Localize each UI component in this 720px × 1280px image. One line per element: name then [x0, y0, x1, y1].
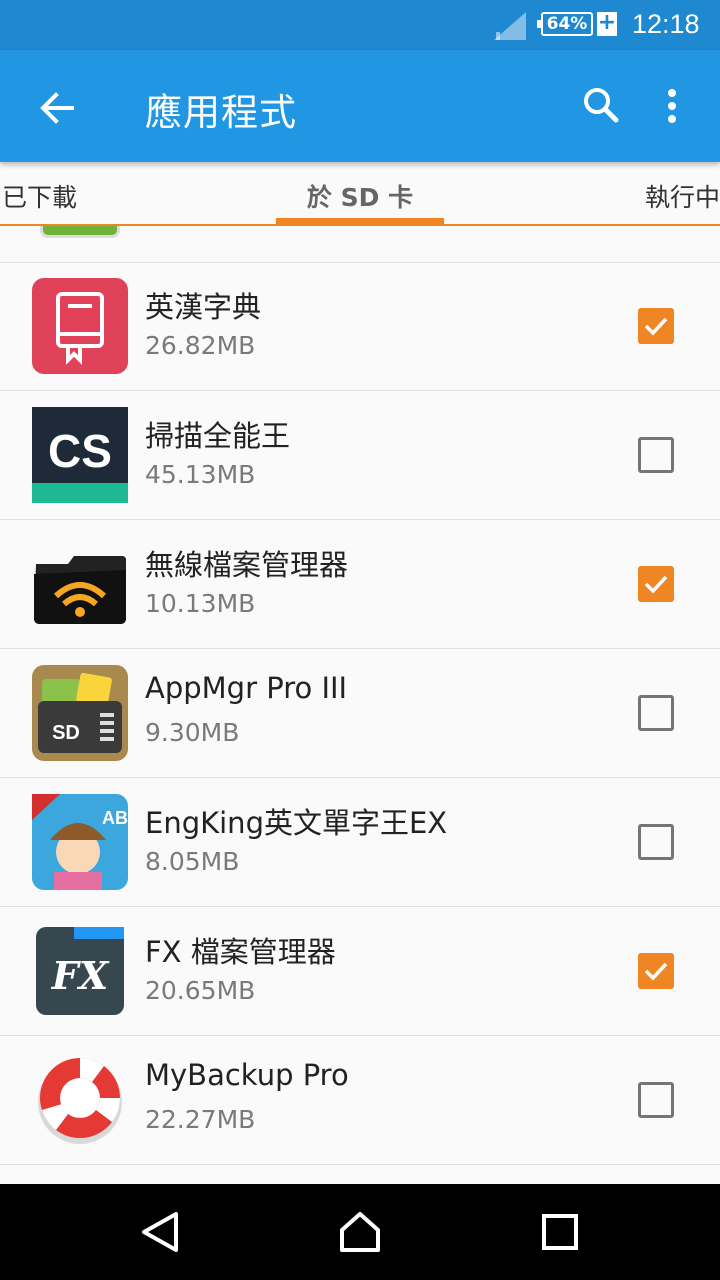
app-name: 英漢字典: [145, 290, 262, 324]
search-icon[interactable]: [576, 80, 628, 132]
app-name: MyBackup Pro: [145, 1058, 349, 1092]
tab-running[interactable]: 執行中: [645, 178, 720, 214]
checkbox[interactable]: [638, 695, 674, 731]
sd-folder-icon: SD: [32, 665, 128, 761]
checkbox[interactable]: [638, 824, 674, 860]
page-title: 應用程式: [145, 91, 297, 134]
battery-indicator: 64%: [537, 12, 593, 36]
more-vert-icon[interactable]: [650, 80, 694, 132]
engking-icon: ABC: [32, 794, 128, 890]
nav-back-icon[interactable]: [132, 1204, 188, 1260]
clock: 12:18: [632, 9, 700, 39]
checkbox[interactable]: [638, 437, 674, 473]
check-icon: [644, 962, 668, 981]
check-icon: [644, 575, 668, 594]
svg-text:FX: FX: [51, 953, 110, 998]
app-size: 9.30MB: [145, 718, 240, 747]
list-item[interactable]: MyBackup Pro 22.27MB: [0, 1036, 720, 1165]
app-bar: 應用程式: [0, 50, 720, 162]
app-list[interactable]: 英漢字典 26.82MB CS 掃描全能王 45.13MB 無線檔案管理器 10…: [0, 226, 720, 1184]
navigation-bar: [0, 1184, 720, 1280]
tab-sd-card[interactable]: 於 SD 卡: [276, 178, 444, 214]
tab-indicator: [276, 218, 444, 224]
tab-bar: 已下載 於 SD 卡 執行中: [0, 162, 720, 226]
app-size: 20.65MB: [145, 976, 256, 1005]
dictionary-icon: [32, 278, 128, 374]
app-size: 45.13MB: [145, 460, 256, 489]
list-item[interactable]: ABC EngKing英文單字王EX 8.05MB: [0, 778, 720, 907]
lifebuoy-icon: [38, 1058, 122, 1144]
nav-recents-icon[interactable]: [532, 1204, 588, 1260]
app-size: 22.27MB: [145, 1105, 256, 1134]
svg-text:SD: SD: [52, 722, 80, 744]
arrow-back-icon[interactable]: [30, 82, 82, 134]
fx-icon: FX: [36, 927, 124, 1015]
charging-icon: +: [597, 10, 617, 36]
list-item[interactable]: SD AppMgr Pro III 9.30MB: [0, 649, 720, 778]
svg-text:ABC: ABC: [102, 808, 128, 828]
app-name: 掃描全能王: [145, 419, 291, 453]
app-name: 無線檔案管理器: [145, 548, 349, 582]
wifi-folder-icon: [34, 556, 126, 624]
app-icon: [40, 226, 120, 238]
status-bar: 64% + 12:18: [0, 0, 720, 50]
svg-text:CS: CS: [48, 425, 112, 477]
app-size: 26.82MB: [145, 331, 256, 360]
list-item[interactable]: FX FX 檔案管理器 20.65MB: [0, 907, 720, 1036]
checkbox[interactable]: [638, 308, 674, 344]
signal-icon: [494, 12, 526, 40]
list-item[interactable]: 英漢字典 26.82MB: [0, 262, 720, 391]
camscanner-icon: CS: [32, 407, 128, 503]
checkbox[interactable]: [638, 953, 674, 989]
nav-home-icon[interactable]: [332, 1204, 388, 1260]
app-name: EngKing英文單字王EX: [145, 806, 448, 840]
checkbox[interactable]: [638, 566, 674, 602]
app-name: AppMgr Pro III: [145, 671, 348, 705]
app-name: FX 檔案管理器: [145, 935, 336, 969]
checkbox[interactable]: [638, 1082, 674, 1118]
tab-downloaded[interactable]: 已下載: [2, 178, 77, 214]
app-size: 10.13MB: [145, 589, 256, 618]
app-size: 8.05MB: [145, 847, 240, 876]
check-icon: [644, 317, 668, 336]
list-item[interactable]: 無線檔案管理器 10.13MB: [0, 520, 720, 649]
list-item-partial: [0, 226, 720, 263]
list-item[interactable]: CS 掃描全能王 45.13MB: [0, 391, 720, 520]
